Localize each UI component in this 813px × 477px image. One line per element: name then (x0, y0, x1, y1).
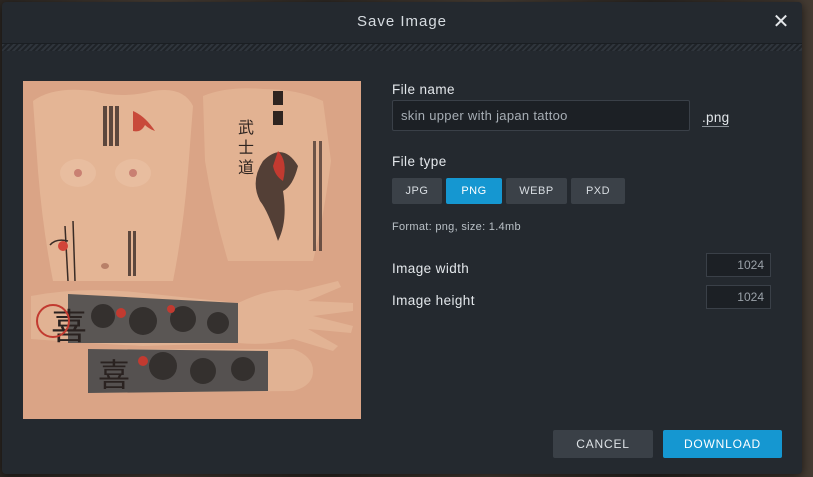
file-type-jpg-button[interactable]: JPG (392, 178, 442, 204)
cancel-button[interactable]: CANCEL (553, 430, 653, 458)
file-type-pxd-button[interactable]: PXD (571, 178, 625, 204)
dialog-header: Save Image ✕ (2, 2, 802, 44)
file-name-label: File name (392, 82, 455, 97)
close-icon[interactable]: ✕ (770, 11, 792, 33)
format-info: Format: png, size: 1.4mb (392, 221, 521, 233)
calligraphy-1: 武 (238, 118, 254, 137)
file-extension: .png (702, 110, 730, 127)
download-button[interactable]: DOWNLOAD (663, 430, 782, 458)
image-height-label: Image height (392, 293, 475, 308)
file-type-label: File type (392, 154, 447, 169)
image-width-label: Image width (392, 261, 470, 276)
calligraphy-4: 喜 (51, 307, 87, 348)
file-type-png-button[interactable]: PNG (446, 178, 502, 204)
file-type-webp-button[interactable]: WEBP (506, 178, 567, 204)
file-name-input[interactable] (392, 100, 690, 131)
skin-texture-image: 武 士 道 喜 喜 (23, 81, 361, 419)
dialog-title: Save Image (356, 13, 448, 30)
image-height-input[interactable] (706, 285, 771, 309)
calligraphy-5: 喜 (98, 356, 130, 394)
calligraphy-3: 道 (238, 158, 254, 177)
calligraphy-2: 士 (238, 138, 254, 157)
image-preview: 武 士 道 喜 喜 (23, 81, 361, 419)
image-width-input[interactable] (706, 253, 771, 277)
header-divider (2, 44, 802, 51)
save-image-dialog: Save Image ✕ 武 士 道 喜 喜 File name skin up… (2, 2, 802, 474)
